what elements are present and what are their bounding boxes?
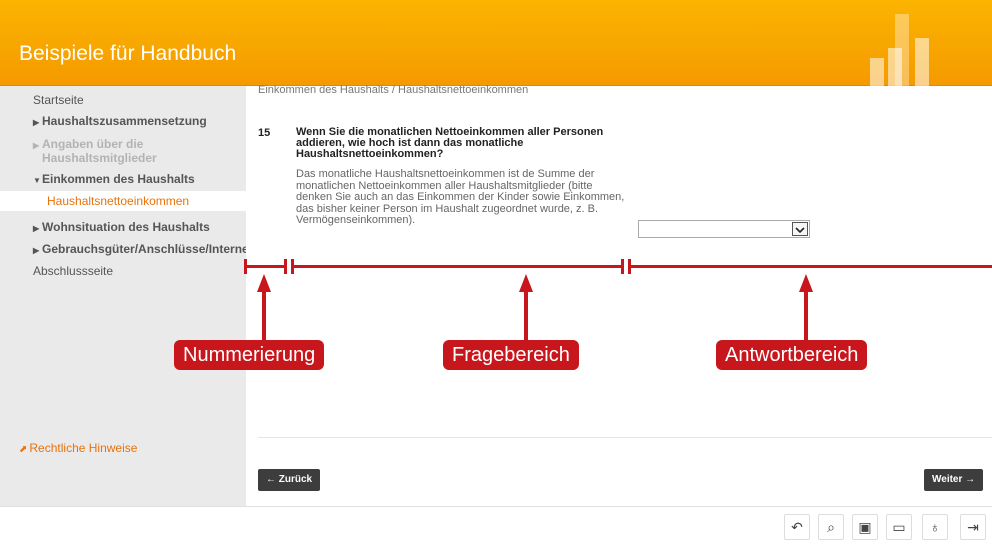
- annotation-label-fragebereich: Fragebereich: [443, 340, 579, 370]
- arrow-right-icon: →: [965, 474, 976, 485]
- undo-button[interactable]: ↶: [784, 514, 810, 540]
- undo-icon: ↶: [791, 519, 803, 535]
- divider: [258, 437, 992, 438]
- annotation-arrows: [257, 274, 813, 340]
- exit-icon: ⇥: [967, 519, 979, 535]
- search-icon: ⌕: [827, 519, 835, 535]
- save-icon: ▣: [858, 519, 872, 535]
- next-button[interactable]: Weiter →: [924, 469, 984, 491]
- arrow-up-icon: [799, 274, 813, 292]
- exit-button[interactable]: ⇥: [960, 514, 986, 540]
- annotation-label-antwortbereich: Antwortbereich: [716, 340, 868, 370]
- translate-icon: ♁: [929, 519, 941, 535]
- arrow-left-icon: ←: [266, 474, 276, 485]
- open-folder-icon: ▭: [892, 519, 906, 535]
- arrow-up-icon: [519, 274, 533, 292]
- arrow-up-icon: [257, 274, 271, 292]
- language-button[interactable]: ♁: [922, 514, 948, 540]
- annotation-label-nummerierung: Nummerierung: [174, 340, 325, 370]
- open-button[interactable]: ▭: [886, 514, 912, 540]
- back-button[interactable]: ← Zurück: [258, 469, 321, 491]
- save-button[interactable]: ▣: [852, 514, 878, 540]
- search-button[interactable]: ⌕: [818, 514, 844, 540]
